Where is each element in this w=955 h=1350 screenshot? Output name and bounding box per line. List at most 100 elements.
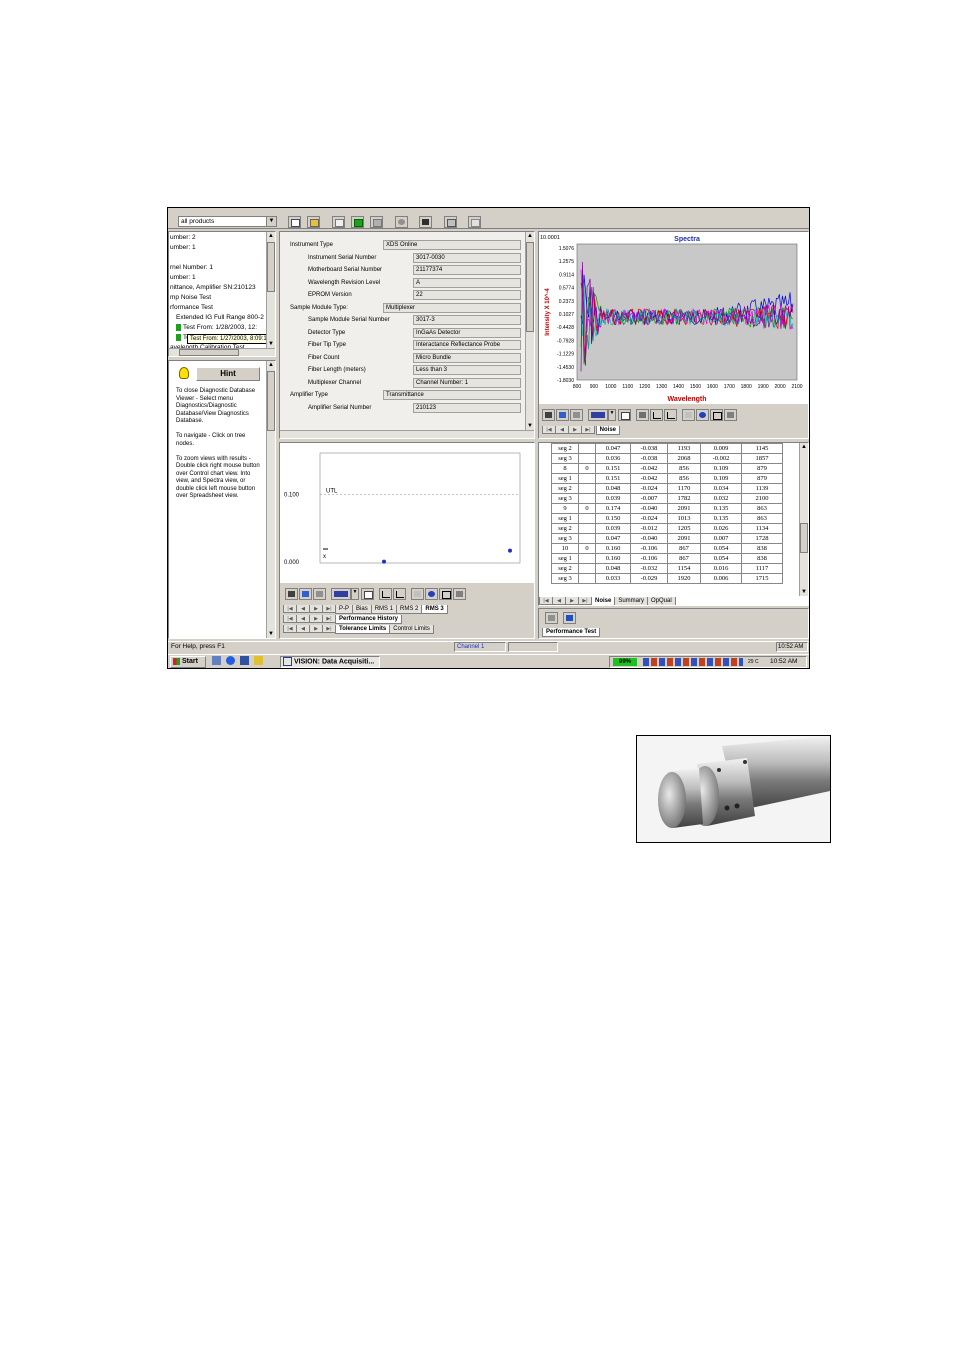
annotation-icon[interactable] xyxy=(439,588,452,600)
brush-icon[interactable] xyxy=(636,409,649,421)
first-tab-button[interactable]: |◀ xyxy=(539,597,553,605)
tree-vscroll[interactable]: ▲ ▼ xyxy=(266,232,275,348)
axis-icon[interactable] xyxy=(650,409,663,421)
tab-opqual[interactable]: OpQual xyxy=(647,597,676,605)
spectra-chart[interactable]: Spectra 10.0001 Wavelength Intensity X 10^-… xyxy=(539,232,808,404)
tree-node[interactable]: rformance Test xyxy=(170,303,213,312)
first-tab-button[interactable]: |◀ xyxy=(542,426,556,434)
table-cell[interactable]: 0.032 xyxy=(700,493,742,504)
property-value[interactable]: Less than 3 xyxy=(413,365,521,375)
table-cell[interactable]: 1920 xyxy=(667,573,701,584)
data-point[interactable] xyxy=(382,559,386,564)
table-cell[interactable]: 1205 xyxy=(667,523,701,534)
tab-control-limits[interactable]: Control Limits xyxy=(389,625,434,634)
last-tab-button[interactable]: ▶| xyxy=(322,625,336,633)
table-cell[interactable]: -0.032 xyxy=(630,563,668,574)
table-cell[interactable]: -0.106 xyxy=(630,553,668,564)
table-cell[interactable]: 1782 xyxy=(667,493,701,504)
next-tab-button[interactable]: ▶ xyxy=(568,426,582,434)
stop-icon[interactable] xyxy=(395,216,408,228)
table-cell[interactable]: 0.007 xyxy=(700,533,742,544)
table-cell[interactable] xyxy=(578,453,596,464)
tab-performance-history[interactable]: Performance History xyxy=(335,615,403,624)
table-cell[interactable] xyxy=(578,563,596,574)
table-row[interactable]: 9 0 0.174 -0.040 2091 0.135 863 xyxy=(551,503,783,514)
dropdown-icon[interactable]: ▼ xyxy=(351,588,359,600)
prev-tab-button[interactable]: ◀ xyxy=(296,625,310,633)
print-icon[interactable] xyxy=(570,409,583,421)
table-cell[interactable]: 0 xyxy=(578,503,596,514)
tree-node[interactable]: rnel Number: 1 xyxy=(170,263,213,272)
last-tab-button[interactable]: ▶| xyxy=(581,426,595,434)
outlook-icon[interactable] xyxy=(239,656,249,665)
table-cell[interactable]: seg 3 xyxy=(551,573,579,584)
desktop-icon[interactable] xyxy=(212,656,221,665)
grid-icon[interactable] xyxy=(556,409,569,421)
table-cell[interactable]: 0.009 xyxy=(700,443,742,454)
table-cell[interactable]: 1013 xyxy=(667,513,701,524)
next-tab-button[interactable]: ▶ xyxy=(309,605,323,613)
table-cell[interactable]: 838 xyxy=(741,553,783,564)
control-chart[interactable]: 0.100 0.000 UTL x xyxy=(280,443,534,583)
color-picker-icon[interactable] xyxy=(588,409,608,421)
table-cell[interactable]: 1145 xyxy=(741,443,783,454)
results-table[interactable]: seg 2 0.047 -0.038 1193 0.009 1145 seg 3 0.036-… xyxy=(551,443,783,584)
table-cell[interactable]: 0.033 xyxy=(595,573,631,584)
table-cell[interactable]: -0.106 xyxy=(630,543,668,554)
prev-tab-button[interactable]: ◀ xyxy=(296,615,310,623)
table-cell[interactable]: 1193 xyxy=(667,443,701,454)
property-value[interactable]: XDS Online xyxy=(383,240,521,250)
table-row[interactable]: seg 2 0.048 -0.032 1154 0.016 1117 xyxy=(551,563,783,574)
table-cell[interactable]: 838 xyxy=(741,543,783,554)
first-tab-button[interactable]: |◀ xyxy=(283,625,297,633)
table-cell[interactable]: 1154 xyxy=(667,563,701,574)
tab-tolerance-limits[interactable]: Tolerance Limits xyxy=(335,625,391,634)
help-pointer-icon[interactable] xyxy=(419,216,432,228)
table-cell[interactable] xyxy=(578,533,596,544)
tree-node[interactable]: Extended IG Full Range 800-2 xyxy=(176,313,264,322)
first-tab-button[interactable]: |◀ xyxy=(283,615,297,623)
table-cell[interactable]: -0.024 xyxy=(630,483,668,494)
table-cell[interactable]: 8 xyxy=(551,463,579,474)
camera-icon[interactable] xyxy=(542,409,555,421)
table-cell[interactable] xyxy=(578,523,596,534)
tab-summary[interactable]: Summary xyxy=(614,597,649,605)
tab-p-p[interactable]: P-P xyxy=(335,605,354,614)
table-cell[interactable]: 1117 xyxy=(741,563,783,574)
grid-icon[interactable] xyxy=(299,588,312,600)
table-cell[interactable]: 0.151 xyxy=(595,473,631,484)
table-row[interactable]: seg 3 0.047 -0.040 2091 0.007 1728 xyxy=(551,533,783,544)
database-icon[interactable] xyxy=(351,216,364,228)
hint-vscroll[interactable]: ▲ ▼ xyxy=(266,361,275,638)
marker-icon[interactable] xyxy=(696,409,709,421)
table-cell[interactable] xyxy=(578,443,596,454)
table-cell[interactable]: seg 1 xyxy=(551,473,579,484)
zoom-page-icon[interactable] xyxy=(618,409,631,421)
dropdown-icon[interactable]: ▼ xyxy=(608,409,616,421)
last-tab-button[interactable]: ▶| xyxy=(578,597,592,605)
zoom-page-icon[interactable] xyxy=(361,588,374,600)
table-cell[interactable]: 0.039 xyxy=(595,523,631,534)
tree-hscroll[interactable] xyxy=(169,348,275,356)
table-row[interactable]: seg 3 0.033 -0.029 1920 0.006 1715 xyxy=(551,573,783,584)
battery-indicator[interactable]: 99% xyxy=(613,658,637,666)
taskbar-task[interactable]: VISION: Data Acquisiti... xyxy=(280,656,380,668)
settings-icon[interactable] xyxy=(453,588,466,600)
table-cell[interactable]: 0.039 xyxy=(595,493,631,504)
properties-hscroll[interactable] xyxy=(280,430,534,438)
app-icon[interactable] xyxy=(253,656,263,665)
property-value[interactable]: A xyxy=(413,277,521,288)
tree-node[interactable]: umber: 1 xyxy=(170,243,196,252)
table-cell[interactable]: 0.047 xyxy=(595,443,631,454)
table-row[interactable]: 10 0 0.160 -0.106 867 0.054 838 xyxy=(551,543,783,554)
table-cell[interactable]: 0.135 xyxy=(700,503,742,514)
property-value[interactable]: 210123 xyxy=(413,402,521,413)
table-cell[interactable]: -0.040 xyxy=(630,503,668,514)
table-cell[interactable]: 0.048 xyxy=(595,563,631,574)
exit-icon[interactable] xyxy=(468,216,481,228)
table-cell[interactable]: seg 3 xyxy=(551,533,579,544)
table-cell[interactable]: -0.038 xyxy=(630,443,668,454)
camera-icon[interactable] xyxy=(285,588,298,600)
table-cell[interactable]: 1139 xyxy=(741,483,783,494)
table-cell[interactable]: 867 xyxy=(667,543,701,554)
